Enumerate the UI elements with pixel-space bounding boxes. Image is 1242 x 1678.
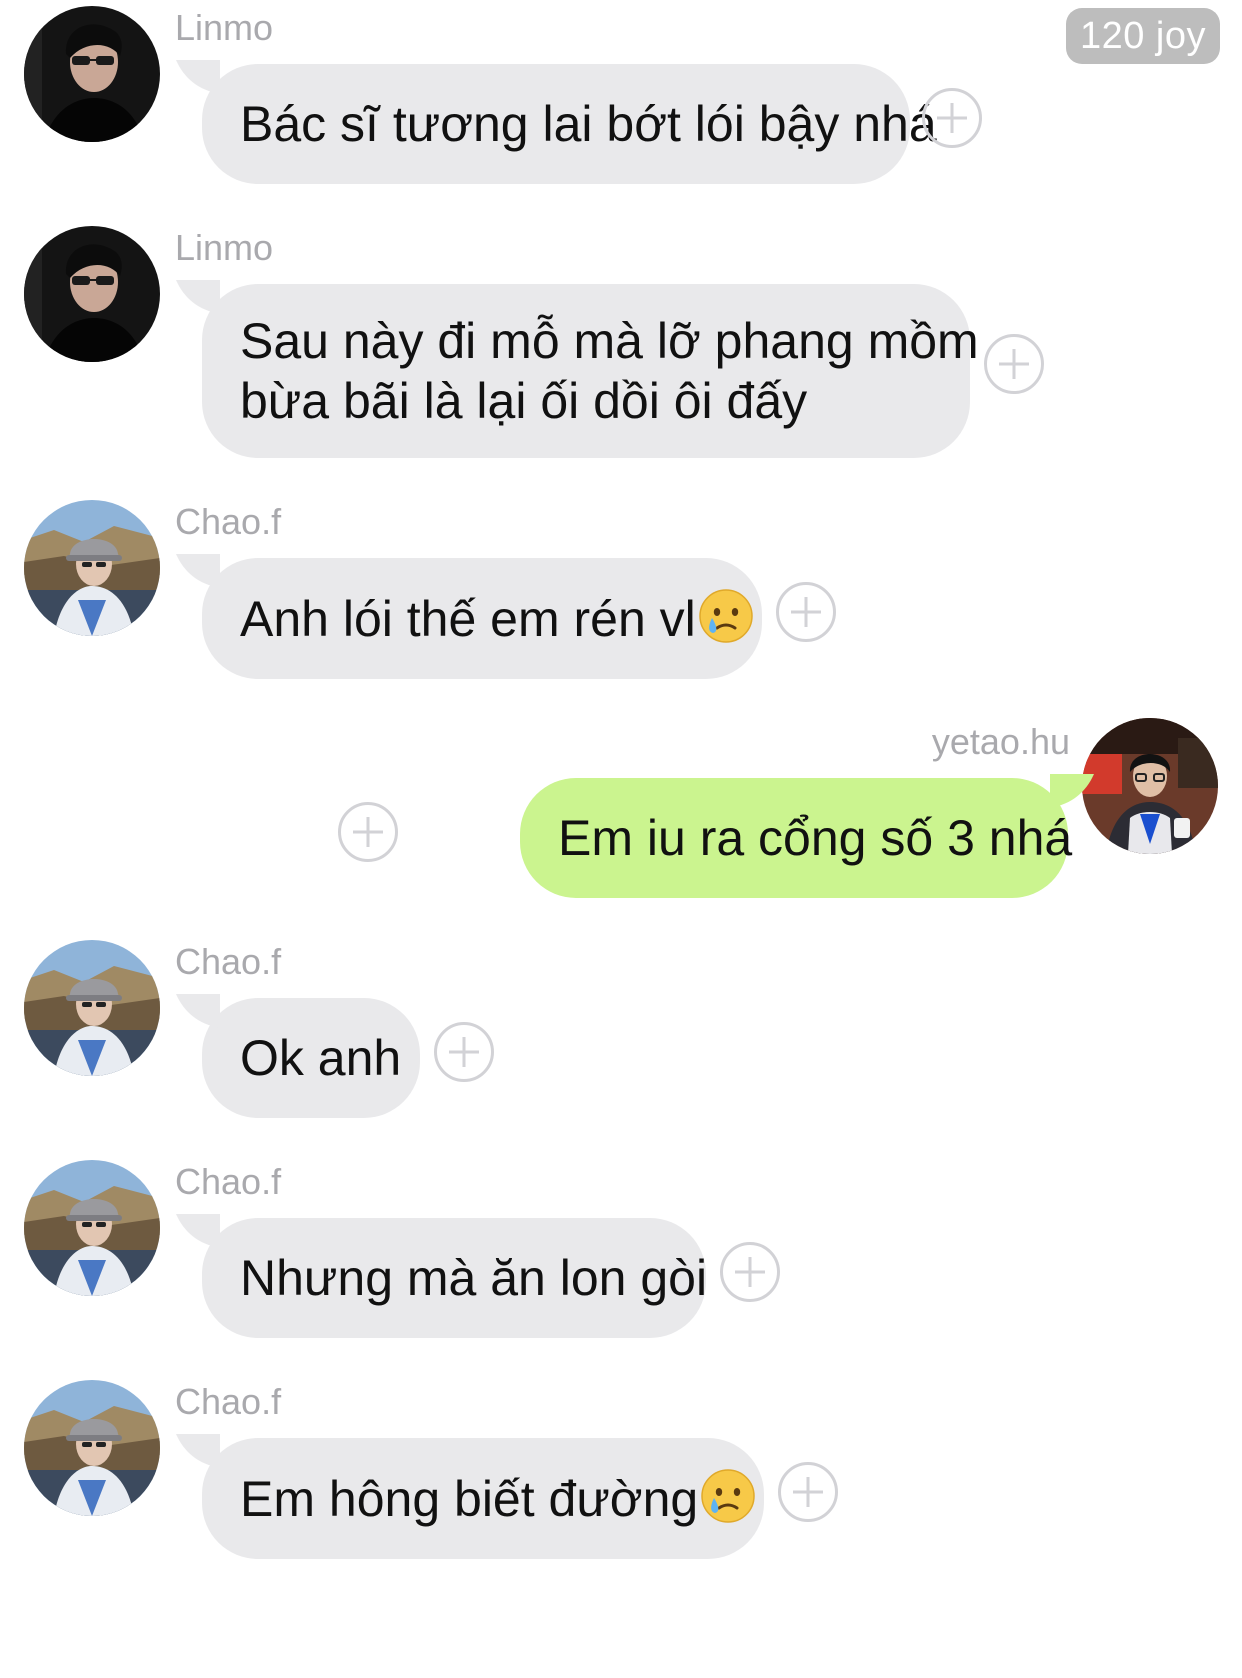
message-bubble[interactable]: Em hông biết đường — [202, 1438, 764, 1559]
message-bubble[interactable]: Nhưng mà ăn lon gòi — [202, 1218, 708, 1338]
sender-name: Chao.f — [175, 1381, 282, 1422]
sender-name: Chao.f — [175, 1161, 282, 1202]
linmo-avatar[interactable] — [24, 6, 160, 142]
message-bubble[interactable]: Sau này đi mỗ mà lỡ phang mồm bừa bãi là… — [202, 284, 979, 458]
sender-name: Chao.f — [175, 501, 282, 542]
message-bubble-wrap: Sau này đi mỗ mà lỡ phang mồm bừa bãi là… — [202, 284, 979, 458]
message-bubble-wrap: Anh lói thế em rén vl — [202, 558, 762, 679]
message-text: Bác sĩ tương lai bớt lói bậy nhá — [240, 96, 937, 152]
crying-face-emoji-icon — [698, 588, 754, 644]
message-bubble-wrap: Em hông biết đường — [202, 1438, 764, 1559]
bubble-tail — [176, 1214, 220, 1254]
message-text-line: bừa bãi là lại ối dồi ôi đấy — [240, 373, 808, 429]
joy-count-badge[interactable]: 120 joy — [1065, 8, 1220, 64]
message-bubble[interactable]: Anh lói thế em rén vl — [202, 558, 762, 679]
sender-name: Linmo — [175, 227, 274, 268]
message-bubble[interactable]: Em iu ra cổng số 3 nhá — [520, 778, 1068, 898]
bubble-tail — [176, 554, 220, 594]
message-bubble-wrap: Bác sĩ tương lai bớt lói bậy nhá — [202, 64, 937, 184]
bubble-tail — [176, 1434, 220, 1474]
linmo-avatar[interactable] — [24, 226, 160, 362]
yetao-avatar[interactable] — [1082, 718, 1218, 854]
message-bubble-wrap: Em iu ra cổng số 3 nhá — [520, 778, 1068, 898]
bubble-tail — [176, 994, 220, 1034]
chao-avatar[interactable] — [24, 500, 160, 636]
add-reaction-icon[interactable] — [922, 88, 982, 148]
message-text: Nhưng mà ăn lon gòi — [240, 1250, 708, 1306]
add-reaction-icon[interactable] — [984, 334, 1044, 394]
message-text: Em iu ra cổng số 3 nhá — [558, 810, 1073, 866]
message-text: Anh lói thế em rén vl — [240, 591, 696, 647]
add-reaction-icon[interactable] — [338, 802, 398, 862]
message-text: Em hông biết đường — [240, 1471, 699, 1527]
message-bubble-wrap: Nhưng mà ăn lon gòi — [202, 1218, 708, 1338]
sender-name: Chao.f — [175, 941, 282, 982]
bubble-tail — [176, 280, 220, 320]
chat-thread: 120 joy Linmo Bác sĩ tương lai bớt lói b… — [0, 0, 1242, 1678]
message-text-line: Sau này đi mỗ mà lỡ phang mồm — [240, 313, 979, 369]
message-bubble[interactable]: Ok anh — [202, 998, 420, 1118]
chao-avatar[interactable] — [24, 1160, 160, 1296]
add-reaction-icon[interactable] — [778, 1462, 838, 1522]
add-reaction-icon[interactable] — [434, 1022, 494, 1082]
bubble-tail — [1050, 774, 1094, 814]
add-reaction-icon[interactable] — [720, 1242, 780, 1302]
message-bubble[interactable]: Bác sĩ tương lai bớt lói bậy nhá — [202, 64, 937, 184]
chao-avatar[interactable] — [24, 1380, 160, 1516]
message-bubble-wrap: Ok anh — [202, 998, 420, 1118]
sender-name: yetao.hu — [931, 721, 1070, 762]
chao-avatar[interactable] — [24, 940, 160, 1076]
message-text: Ok anh — [240, 1030, 402, 1086]
crying-face-emoji-icon — [700, 1468, 756, 1524]
add-reaction-icon[interactable] — [776, 582, 836, 642]
sender-name: Linmo — [175, 7, 274, 48]
bubble-tail — [176, 60, 220, 100]
